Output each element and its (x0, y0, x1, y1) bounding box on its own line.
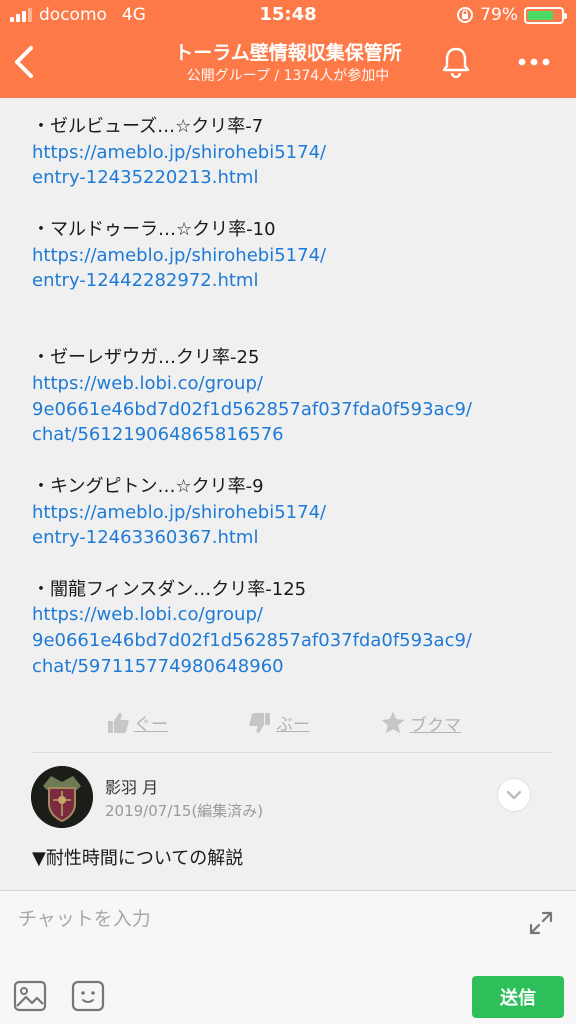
group-subtitle: 公開グループ / 1374人が参加中 (186, 68, 390, 84)
entry-link[interactable]: https://ameblo.jp/shirohebi5174/ entry-1… (32, 243, 552, 294)
entry-link[interactable]: https://ameblo.jp/shirohebi5174/ entry-1… (32, 140, 552, 191)
comment-author[interactable]: 影羽 月 (105, 774, 158, 798)
entry-name: ・ゼーレザウガ…クリ率-25 (32, 347, 260, 369)
like-label: ぐー (134, 715, 168, 735)
entry-link-line: entry-12435220213.html (32, 167, 259, 189)
battery-icon (524, 6, 567, 24)
group-header[interactable]: トーラム壁情報収集保管所 公開グループ / 1374人が参加中 (0, 40, 576, 86)
entry-name: ・キングピトン…☆クリ率-9 (32, 475, 264, 497)
avatar[interactable] (31, 766, 93, 828)
nav-bar: トーラム壁情報収集保管所 公開グループ / 1374人が参加中 (0, 30, 576, 98)
comment-body: ▼耐性時間についての解説 (32, 848, 244, 869)
dislike-label: ぶー (276, 715, 310, 735)
entry-link-line: 9e0661e46bd7d02f1d562857af037fda0f593ac9… (32, 398, 472, 420)
entry-link-line: https://ameblo.jp/shirohebi5174/ (32, 244, 327, 266)
chat-input[interactable] (18, 901, 508, 937)
dislike-button[interactable]: ぶー (248, 710, 310, 735)
star-icon (381, 711, 405, 734)
entry-link-line: https://web.lobi.co/group/ (32, 604, 263, 626)
entry-3: ・ゼーレザウガ…クリ率-25 https://web.lobi.co/group… (32, 345, 552, 448)
entry-link-line: https://ameblo.jp/shirohebi5174/ (32, 501, 327, 523)
chat-content[interactable]: ・ゼルビューズ…☆クリ率-7 https://ameblo.jp/shirohe… (0, 98, 576, 890)
expand-comment-button[interactable] (498, 779, 530, 811)
entry-link[interactable]: https://web.lobi.co/group/ 9e0661e46bd7d… (32, 602, 552, 679)
entry-link-line: entry-12463360367.html (32, 527, 259, 549)
bookmark-label: ブクマ (410, 715, 461, 736)
top-bar: docomo 4G 15:48 79% トーラム壁情報収集保管所 公開グループ … (0, 0, 576, 98)
post-body: ・ゼルビューズ…☆クリ率-7 https://ameblo.jp/shirohe… (32, 114, 552, 705)
entry-5: ・闇龍フィンスダン…クリ率-125 https://web.lobi.co/gr… (32, 577, 552, 680)
battery-fill (528, 10, 554, 20)
entry-link-line: 9e0661e46bd7d02f1d562857af037fda0f593ac9… (32, 630, 472, 651)
send-button[interactable]: 送信 (472, 976, 564, 1018)
entry-link[interactable]: https://ameblo.jp/shirohebi5174/ entry-1… (32, 500, 552, 551)
rotation-lock-icon (457, 7, 474, 23)
entry-2: ・マルドゥーラ…☆クリ率-10 https://ameblo.jp/shiroh… (32, 217, 552, 294)
entry-link-line: https://ameblo.jp/shirohebi5174/ (32, 141, 327, 163)
thumbs-up-icon (108, 712, 129, 733)
comment-date: 2019/07/15(編集済み) (105, 802, 264, 820)
entry-name: ・マルドゥーラ…☆クリ率-10 (32, 218, 276, 240)
thumbs-down-icon (249, 712, 270, 733)
battery-percent: 79% (480, 5, 518, 25)
status-right: 79% (456, 5, 567, 25)
reaction-bar: ぐー ぶー ブクマ (0, 710, 576, 736)
chevron-down-icon (506, 790, 522, 800)
shield-emblem-icon (31, 766, 93, 828)
entry-link-line: chat/561219064865816576 (32, 424, 284, 446)
like-button[interactable]: ぐー (106, 710, 168, 735)
chat-input-bar: 送信 (0, 890, 576, 1024)
expand-arrows-icon[interactable] (526, 908, 556, 938)
emoji-icon[interactable] (70, 979, 106, 1013)
image-icon[interactable] (12, 979, 48, 1013)
entry-4: ・キングピトン…☆クリ率-9 https://ameblo.jp/shirohe… (32, 474, 552, 551)
entry-link-line: chat/597115774980648960 (32, 655, 284, 677)
divider (32, 752, 552, 753)
bookmark-button[interactable]: ブクマ (380, 710, 461, 736)
entry-link[interactable]: https://web.lobi.co/group/ 9e0661e46bd7d… (32, 371, 552, 448)
more-dots-icon[interactable] (514, 48, 554, 76)
entry-link-line: entry-12442282972.html (32, 270, 259, 292)
status-bar: docomo 4G 15:48 79% (0, 0, 576, 30)
entry-name: ・闇龍フィンスダン…クリ率-125 (32, 578, 307, 600)
bell-icon[interactable] (438, 44, 474, 80)
entry-1: ・ゼルビューズ…☆クリ率-7 https://ameblo.jp/shirohe… (32, 114, 552, 191)
group-title: トーラム壁情報収集保管所 (174, 42, 402, 64)
entry-name: ・ゼルビューズ…☆クリ率-7 (32, 116, 264, 137)
entry-link-line: https://web.lobi.co/group/ (32, 373, 263, 394)
